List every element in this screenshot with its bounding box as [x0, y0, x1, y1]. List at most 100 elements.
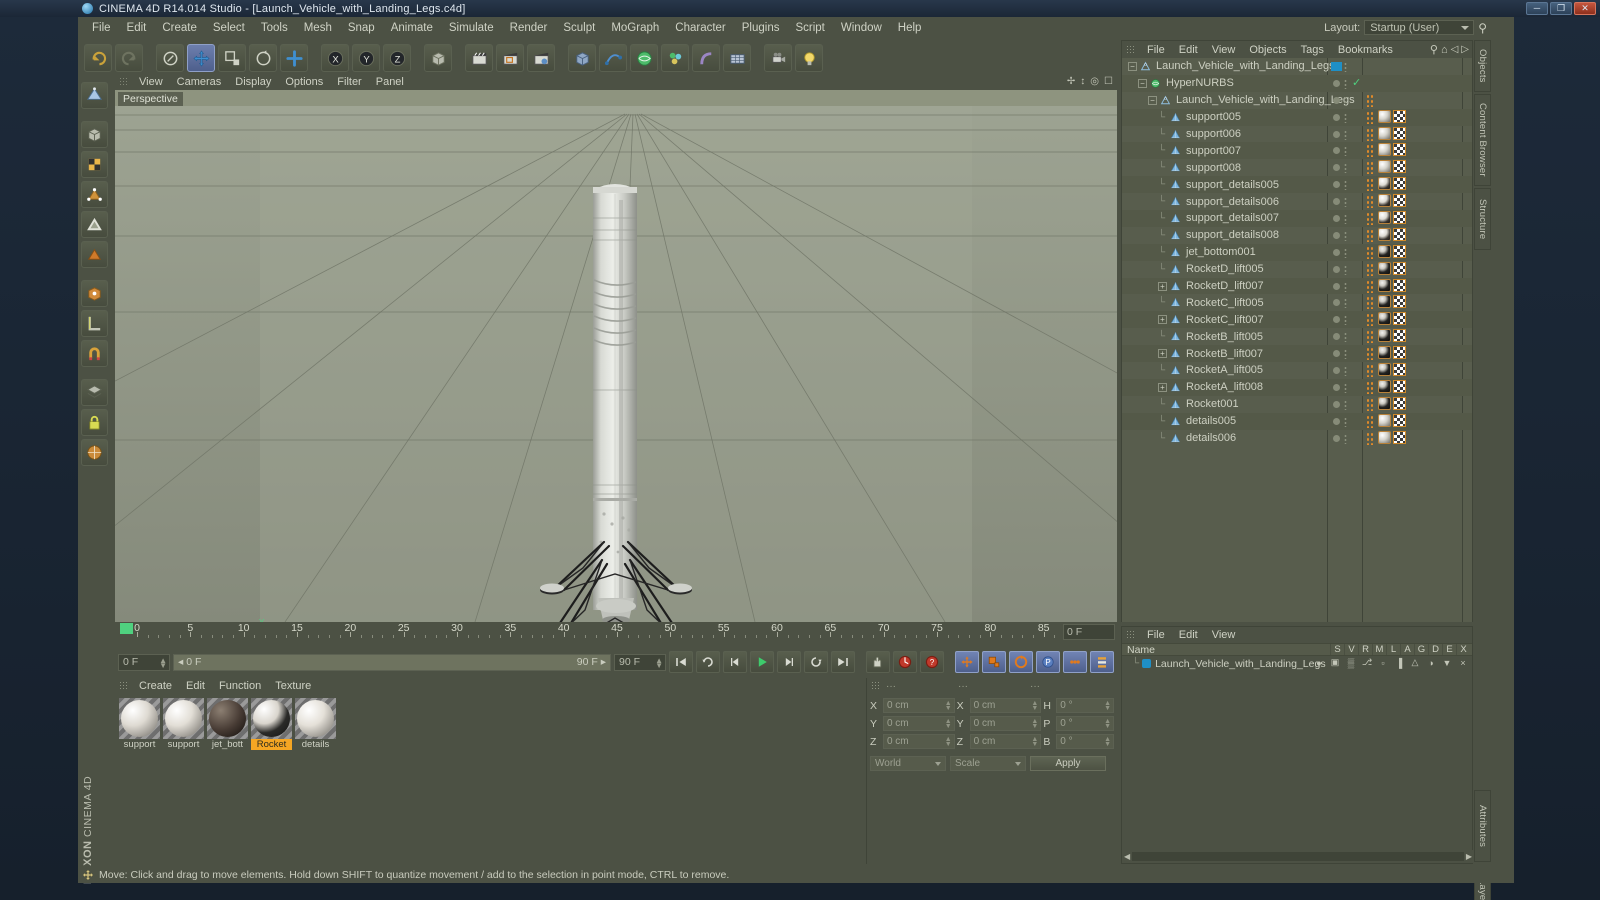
object-row[interactable]: └ jet_bottom001	[1122, 243, 1472, 261]
visibility-render-dots[interactable]	[1344, 214, 1347, 225]
move-button[interactable]	[187, 44, 215, 72]
object-tags[interactable]	[1378, 261, 1406, 275]
visibility-editor-dot[interactable]	[1333, 333, 1340, 341]
material-tag-icon[interactable]	[1378, 312, 1391, 326]
tag-dots-icon[interactable]	[1366, 313, 1375, 327]
record-keyframe-button[interactable]	[866, 651, 890, 673]
uvw-tag-icon[interactable]	[1393, 211, 1406, 225]
nurbs-button[interactable]	[630, 44, 658, 72]
object-label[interactable]: jet_bottom001	[1186, 246, 1256, 258]
visibility-editor-dot[interactable]	[1333, 164, 1340, 172]
panel-grip-icon[interactable]	[119, 681, 128, 691]
material-tag-icon[interactable]	[1378, 329, 1391, 343]
viewport-canvas[interactable]: Perspective	[115, 90, 1117, 622]
position-key-button[interactable]	[955, 651, 979, 673]
object-row[interactable]: + RocketA_lift008	[1122, 378, 1472, 396]
timeline-end-field[interactable]: 0 F	[1063, 624, 1115, 640]
object-row[interactable]: + RocketD_lift007	[1122, 277, 1472, 295]
menu-edit[interactable]: Edit	[119, 20, 155, 36]
tag-dots-icon[interactable]	[1366, 296, 1375, 310]
material-tag-icon[interactable]	[1378, 295, 1391, 309]
light-button[interactable]	[795, 44, 823, 72]
object-row[interactable]: └ RocketB_lift005	[1122, 328, 1472, 345]
step-forward-button[interactable]	[777, 651, 801, 673]
object-tags[interactable]	[1378, 363, 1406, 377]
visibility-render-dots[interactable]	[1344, 281, 1347, 292]
visibility-editor-dot[interactable]	[1333, 316, 1340, 324]
maximize-viewport-icon[interactable]: ☐	[1104, 76, 1113, 87]
attributes-menu-edit[interactable]: Edit	[1172, 628, 1205, 642]
spinner-icon[interactable]: ▲ ▼	[1104, 718, 1111, 730]
attributes-menu-file[interactable]: File	[1140, 628, 1172, 642]
tag-dots-icon[interactable]	[1366, 245, 1375, 259]
uvw-tag-icon[interactable]	[1393, 312, 1406, 326]
object-menu-objects[interactable]: Objects	[1242, 43, 1293, 57]
panel-grip-icon[interactable]	[1126, 630, 1135, 640]
uvw-tag-icon[interactable]	[1393, 379, 1406, 393]
object-label[interactable]: details006	[1186, 432, 1236, 444]
layer-row[interactable]: └ Launch_Vehicle_with_Landing_Legs ● ▣ ▒ ⎇ ▫ ▐ △…	[1122, 656, 1472, 671]
scroll-right-icon[interactable]: ▶	[1466, 852, 1472, 861]
visibility-render-dots[interactable]	[1344, 298, 1347, 309]
object-row[interactable]: └ details005	[1122, 412, 1472, 430]
render-region-button[interactable]	[496, 44, 524, 72]
view-icon[interactable]: ▣	[1328, 657, 1342, 668]
object-row[interactable]: └ Rocket001	[1122, 396, 1472, 413]
tag-dots-icon[interactable]	[1366, 228, 1375, 242]
tag-dots-icon[interactable]	[1366, 380, 1375, 394]
tag-dots-icon[interactable]	[1366, 330, 1375, 344]
material-menu-texture[interactable]: Texture	[268, 679, 318, 693]
attribute-column-V[interactable]: V	[1344, 644, 1358, 655]
material-menu-edit[interactable]: Edit	[179, 679, 212, 693]
object-label[interactable]: RocketA_lift008	[1186, 381, 1263, 393]
visibility-render-dots[interactable]	[1344, 129, 1347, 140]
material-tag-icon[interactable]	[1378, 126, 1391, 140]
uvw-tag-icon[interactable]	[1393, 363, 1406, 377]
visibility-render-dots[interactable]	[1344, 95, 1347, 106]
spinner-icon[interactable]: ▲ ▼	[1104, 700, 1111, 712]
object-row[interactable]: └ details006	[1122, 430, 1472, 447]
uvw-tag-icon[interactable]	[1393, 329, 1406, 343]
material-item[interactable]: details	[295, 698, 336, 750]
object-row[interactable]: └ support007	[1122, 142, 1472, 160]
spinner-icon[interactable]: ▲ ▼	[945, 736, 952, 748]
attribute-column-R[interactable]: R	[1358, 644, 1372, 655]
material-name[interactable]: details	[295, 739, 336, 750]
add-button[interactable]	[280, 44, 308, 72]
cube-primitive-button[interactable]	[568, 44, 596, 72]
visibility-render-dots[interactable]	[1344, 112, 1347, 123]
material-tag-icon[interactable]	[1378, 211, 1391, 225]
object-label[interactable]: support005	[1186, 111, 1241, 123]
object-label[interactable]: support_details005	[1186, 179, 1279, 191]
world-coordinates-button[interactable]	[424, 44, 452, 72]
object-tags[interactable]	[1378, 346, 1406, 360]
material-tag-icon[interactable]	[1378, 430, 1391, 444]
render-view-button[interactable]	[465, 44, 493, 72]
visibility-render-dots[interactable]	[1344, 366, 1347, 377]
size-y-field[interactable]: 0 cm ▲ ▼	[969, 716, 1042, 731]
tag-dots-icon[interactable]	[1366, 195, 1375, 209]
uvw-tag-icon[interactable]	[1393, 295, 1406, 309]
object-row[interactable]: └ support005	[1122, 108, 1472, 126]
visibility-editor-dot[interactable]	[1333, 181, 1340, 189]
material-item[interactable]: jet_bott	[207, 698, 248, 750]
material-preview[interactable]	[119, 698, 160, 739]
visibility-editor-dot[interactable]	[1333, 130, 1340, 138]
tag-dots-icon[interactable]	[1366, 347, 1375, 361]
menu-render[interactable]: Render	[502, 20, 556, 36]
visibility-render-dots[interactable]	[1344, 197, 1347, 208]
menu-select[interactable]: Select	[205, 20, 253, 36]
attributes-menu-view[interactable]: View	[1205, 628, 1243, 642]
object-menu-bookmarks[interactable]: Bookmarks	[1331, 43, 1400, 57]
object-tags[interactable]	[1378, 278, 1406, 292]
material-tag-icon[interactable]	[1378, 278, 1391, 292]
object-row[interactable]: └ support_details005	[1122, 176, 1472, 194]
visibility-render-dots[interactable]	[1344, 247, 1347, 258]
home-icon[interactable]: ⌂	[1441, 44, 1448, 56]
object-label[interactable]: Launch_Vehicle_with_Landing_Legs	[1156, 60, 1335, 72]
uv-tools-button[interactable]	[80, 439, 108, 466]
object-row[interactable]: └ RocketA_lift005	[1122, 362, 1472, 379]
object-tags[interactable]	[1378, 413, 1406, 427]
object-row[interactable]: └ support_details008	[1122, 227, 1472, 244]
object-tags[interactable]	[1378, 143, 1406, 157]
